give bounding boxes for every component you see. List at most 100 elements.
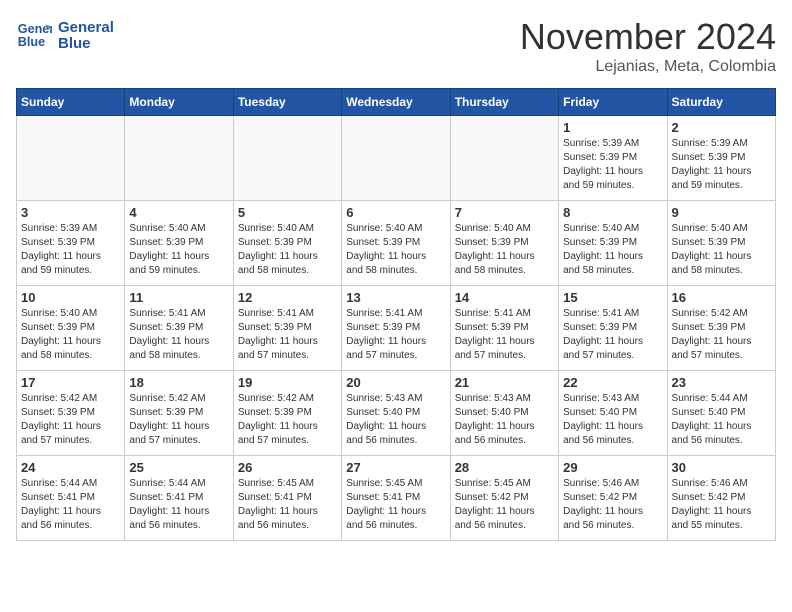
day-number: 9 [672, 205, 771, 220]
day-number: 14 [455, 290, 554, 305]
day-info: Sunrise: 5:46 AM Sunset: 5:42 PM Dayligh… [672, 477, 771, 533]
weekday-header-monday: Monday [125, 89, 233, 116]
month-title: November 2024 [520, 16, 776, 58]
week-row-5: 24Sunrise: 5:44 AM Sunset: 5:41 PM Dayli… [17, 456, 776, 541]
day-info: Sunrise: 5:42 AM Sunset: 5:39 PM Dayligh… [21, 392, 120, 448]
day-number: 28 [455, 460, 554, 475]
calendar-table: SundayMondayTuesdayWednesdayThursdayFrid… [16, 88, 776, 541]
calendar-cell: 7 Sunrise: 5:40 AM Sunset: 5:39 PM Daylig… [450, 201, 558, 286]
calendar-cell: 30 Sunrise: 5:46 AM Sunset: 5:42 PM Dayli… [667, 456, 775, 541]
day-info: Sunrise: 5:44 AM Sunset: 5:41 PM Dayligh… [21, 477, 120, 533]
calendar-cell: 12 Sunrise: 5:41 AM Sunset: 5:39 PM Dayli… [233, 286, 341, 371]
day-number: 7 [455, 205, 554, 220]
calendar-cell: 25 Sunrise: 5:44 AM Sunset: 5:41 PM Dayli… [125, 456, 233, 541]
day-number: 23 [672, 375, 771, 390]
calendar-cell: 16Sunrise: 5:42 AM Sunset: 5:39 PM Dayli… [667, 286, 775, 371]
calendar-cell: 21Sunrise: 5:43 AM Sunset: 5:40 PM Dayli… [450, 371, 558, 456]
calendar-cell [450, 116, 558, 201]
day-info: Sunrise: 5:45 AM Sunset: 5:41 PM Dayligh… [346, 477, 445, 533]
weekday-header-row: SundayMondayTuesdayWednesdayThursdayFrid… [17, 89, 776, 116]
day-number: 17 [21, 375, 120, 390]
calendar-cell: 10Sunrise: 5:40 AM Sunset: 5:39 PM Dayli… [17, 286, 125, 371]
day-number: 18 [129, 375, 228, 390]
weekday-header-sunday: Sunday [17, 89, 125, 116]
calendar-cell: 22 Sunrise: 5:43 AM Sunset: 5:40 PM Dayli… [559, 371, 667, 456]
day-info: Sunrise: 5:44 AM Sunset: 5:40 PM Dayligh… [672, 392, 771, 448]
calendar-cell: 17 Sunrise: 5:42 AM Sunset: 5:39 PM Dayli… [17, 371, 125, 456]
day-number: 20 [346, 375, 445, 390]
day-info: Sunrise: 5:39 AM Sunset: 5:39 PM Dayligh… [672, 137, 771, 193]
calendar-cell [233, 116, 341, 201]
calendar-cell: 24Sunrise: 5:44 AM Sunset: 5:41 PM Dayli… [17, 456, 125, 541]
day-number: 29 [563, 460, 662, 475]
day-number: 12 [238, 290, 337, 305]
calendar-cell: 19 Sunrise: 5:42 AM Sunset: 5:39 PM Dayli… [233, 371, 341, 456]
calendar-cell: 9 Sunrise: 5:40 AM Sunset: 5:39 PM Daylig… [667, 201, 775, 286]
week-row-2: 3 Sunrise: 5:39 AM Sunset: 5:39 PM Daylig… [17, 201, 776, 286]
page-header: General Blue General Blue November 2024 … [16, 16, 776, 76]
day-number: 5 [238, 205, 337, 220]
day-info: Sunrise: 5:40 AM Sunset: 5:39 PM Dayligh… [672, 222, 771, 278]
weekday-header-wednesday: Wednesday [342, 89, 450, 116]
day-info: Sunrise: 5:39 AM Sunset: 5:39 PM Dayligh… [21, 222, 120, 278]
day-info: Sunrise: 5:43 AM Sunset: 5:40 PM Dayligh… [563, 392, 662, 448]
day-info: Sunrise: 5:40 AM Sunset: 5:39 PM Dayligh… [129, 222, 228, 278]
calendar-cell: 29Sunrise: 5:46 AM Sunset: 5:42 PM Dayli… [559, 456, 667, 541]
title-block: November 2024 Lejanias, Meta, Colombia [520, 16, 776, 76]
calendar-cell: 18Sunrise: 5:42 AM Sunset: 5:39 PM Dayli… [125, 371, 233, 456]
day-info: Sunrise: 5:42 AM Sunset: 5:39 PM Dayligh… [238, 392, 337, 448]
day-number: 4 [129, 205, 228, 220]
weekday-header-tuesday: Tuesday [233, 89, 341, 116]
day-info: Sunrise: 5:40 AM Sunset: 5:39 PM Dayligh… [346, 222, 445, 278]
calendar-cell: 26 Sunrise: 5:45 AM Sunset: 5:41 PM Dayli… [233, 456, 341, 541]
day-info: Sunrise: 5:43 AM Sunset: 5:40 PM Dayligh… [346, 392, 445, 448]
day-number: 13 [346, 290, 445, 305]
day-info: Sunrise: 5:41 AM Sunset: 5:39 PM Dayligh… [346, 307, 445, 363]
day-number: 3 [21, 205, 120, 220]
day-info: Sunrise: 5:41 AM Sunset: 5:39 PM Dayligh… [129, 307, 228, 363]
day-number: 15 [563, 290, 662, 305]
calendar-cell: 15 Sunrise: 5:41 AM Sunset: 5:39 PM Dayli… [559, 286, 667, 371]
calendar-cell: 5 Sunrise: 5:40 AM Sunset: 5:39 PM Daylig… [233, 201, 341, 286]
calendar-cell: 1Sunrise: 5:39 AM Sunset: 5:39 PM Daylig… [559, 116, 667, 201]
svg-text:Blue: Blue [58, 35, 91, 52]
day-number: 26 [238, 460, 337, 475]
day-info: Sunrise: 5:41 AM Sunset: 5:39 PM Dayligh… [563, 307, 662, 363]
weekday-header-thursday: Thursday [450, 89, 558, 116]
calendar-cell: 3 Sunrise: 5:39 AM Sunset: 5:39 PM Daylig… [17, 201, 125, 286]
day-info: Sunrise: 5:45 AM Sunset: 5:41 PM Dayligh… [238, 477, 337, 533]
day-number: 11 [129, 290, 228, 305]
day-info: Sunrise: 5:40 AM Sunset: 5:39 PM Dayligh… [238, 222, 337, 278]
day-number: 6 [346, 205, 445, 220]
day-info: Sunrise: 5:40 AM Sunset: 5:39 PM Dayligh… [455, 222, 554, 278]
calendar-cell: 14 Sunrise: 5:41 AM Sunset: 5:39 PM Dayli… [450, 286, 558, 371]
day-info: Sunrise: 5:41 AM Sunset: 5:39 PM Dayligh… [238, 307, 337, 363]
day-number: 22 [563, 375, 662, 390]
calendar-cell: 2Sunrise: 5:39 AM Sunset: 5:39 PM Daylig… [667, 116, 775, 201]
calendar-cell: 11 Sunrise: 5:41 AM Sunset: 5:39 PM Dayli… [125, 286, 233, 371]
weekday-header-saturday: Saturday [667, 89, 775, 116]
calendar-cell: 20 Sunrise: 5:43 AM Sunset: 5:40 PM Dayli… [342, 371, 450, 456]
day-info: Sunrise: 5:44 AM Sunset: 5:41 PM Dayligh… [129, 477, 228, 533]
day-number: 19 [238, 375, 337, 390]
week-row-3: 10Sunrise: 5:40 AM Sunset: 5:39 PM Dayli… [17, 286, 776, 371]
calendar-cell: 6 Sunrise: 5:40 AM Sunset: 5:39 PM Daylig… [342, 201, 450, 286]
day-info: Sunrise: 5:43 AM Sunset: 5:40 PM Dayligh… [455, 392, 554, 448]
calendar-cell [17, 116, 125, 201]
day-number: 16 [672, 290, 771, 305]
svg-text:General: General [58, 19, 114, 36]
day-info: Sunrise: 5:41 AM Sunset: 5:39 PM Dayligh… [455, 307, 554, 363]
calendar-cell [125, 116, 233, 201]
week-row-4: 17 Sunrise: 5:42 AM Sunset: 5:39 PM Dayli… [17, 371, 776, 456]
day-number: 27 [346, 460, 445, 475]
logo-icon: General Blue [16, 17, 52, 53]
calendar-cell: 4 Sunrise: 5:40 AM Sunset: 5:39 PM Daylig… [125, 201, 233, 286]
logo-svg: General Blue [58, 16, 138, 54]
calendar-cell: 8Sunrise: 5:40 AM Sunset: 5:39 PM Daylig… [559, 201, 667, 286]
day-info: Sunrise: 5:40 AM Sunset: 5:39 PM Dayligh… [563, 222, 662, 278]
calendar-cell: 28Sunrise: 5:45 AM Sunset: 5:42 PM Dayli… [450, 456, 558, 541]
calendar-cell: 23 Sunrise: 5:44 AM Sunset: 5:40 PM Dayli… [667, 371, 775, 456]
day-number: 25 [129, 460, 228, 475]
day-number: 30 [672, 460, 771, 475]
location: Lejanias, Meta, Colombia [520, 58, 776, 76]
